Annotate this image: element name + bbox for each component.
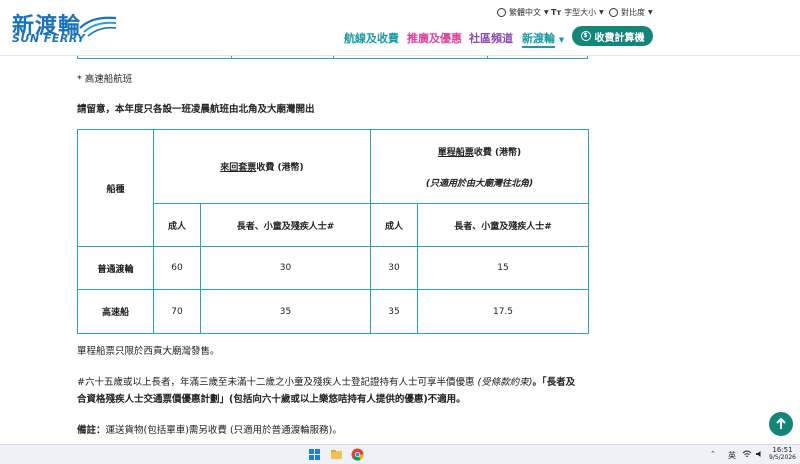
remark-line: 備註：運送貨物(包括單車)需另收費 (只適用於普通渡輪服務)。	[77, 422, 342, 436]
ime-indicator[interactable]: 英	[728, 450, 736, 461]
concession-note-text: #六十五歲或以上長者，年滿三歲至未滿十二歲之小童及殘疾人士登記證持有人士可享半價…	[77, 377, 475, 388]
contrast-selector[interactable]: 對比度 ▼	[609, 5, 653, 19]
concession-scheme-start: 。「長者及	[532, 377, 576, 388]
fare-calculator-button[interactable]: $ 收費計算機	[572, 26, 653, 46]
fast-ferry-note: * 高速船航班	[77, 74, 133, 85]
table-row: 高速船 70 35 35 17.5	[77, 289, 589, 334]
font-size-selector[interactable]: Tт 字型大小 ▼	[551, 5, 604, 19]
fare-cell: 35	[200, 289, 371, 334]
text-size-icon: Tт	[551, 7, 562, 17]
windows-taskbar: ⌃ 英 16:51 9/5/2026	[0, 444, 800, 464]
fare-table: 船種 來回套票收費 (港幣) 單程船票收費 (港幣) (只適用於由大廟灣往北角)…	[77, 129, 589, 334]
chevron-down-icon: ▼	[599, 8, 604, 16]
fare-cell: 70	[153, 289, 201, 334]
nav-sun-ferry-label: 新渡輪	[522, 32, 555, 48]
nav-routes-fares[interactable]: 航線及收費	[344, 30, 399, 46]
return-ticket-header: 來回套票收費 (港幣)	[153, 129, 371, 204]
single-ticket-sale-note: 單程船票只限於西貢大廟灣發售。	[77, 346, 220, 357]
single-fare-suffix: 收費 (港幣)	[473, 147, 522, 158]
file-explorer-icon[interactable]	[330, 448, 343, 461]
windows-start-icon[interactable]	[308, 448, 321, 461]
return-fare-suffix: 收費 (港幣)	[256, 163, 304, 173]
remark-text: 運送貨物(包括單車)需另收費 (只適用於普通渡輪服務)。	[105, 425, 342, 436]
terms-apply: (受條款約束)	[477, 377, 533, 388]
remark-label: 備註：	[77, 425, 106, 436]
vessel-type-cell: 普通渡輪	[77, 246, 154, 290]
language-selector[interactable]: 繁體中文 ▼	[497, 5, 549, 19]
contrast-label: 對比度	[621, 7, 645, 17]
chevron-up-icon[interactable]: ⌃	[710, 450, 716, 458]
single-ticket-header: 單程船票收費 (港幣) (只適用於由大廟灣往北角)	[370, 129, 589, 204]
chrome-icon[interactable]	[351, 448, 364, 461]
single-ticket-note: (只適用於由大廟灣往北角)	[425, 178, 534, 189]
vessel-type-cell: 高速船	[77, 289, 154, 334]
fare-cell: 15	[417, 246, 589, 290]
adult-header: 成人	[153, 203, 201, 247]
main-content: * 高速船航班 請留意，本年度只各設一班凌晨航班由北角及大廟灣開出 船種 來回套…	[0, 56, 800, 444]
globe-icon	[497, 7, 506, 17]
table-row: 普通渡輪 60 30 30 15	[77, 246, 589, 290]
clock-time: 16:51	[772, 446, 793, 454]
single-ticket-link[interactable]: 單程船票	[438, 148, 474, 158]
fare-cell: 60	[153, 246, 201, 290]
system-clock[interactable]: 16:51 9/5/2026	[769, 446, 796, 462]
wave-logo-icon	[79, 16, 117, 37]
fare-cell: 30	[200, 246, 371, 290]
speaker-icon[interactable]	[755, 449, 765, 459]
vessel-type-header: 船種	[77, 129, 154, 247]
eye-icon	[609, 7, 618, 17]
wifi-icon[interactable]	[742, 449, 752, 459]
clock-date: 9/5/2026	[769, 454, 796, 461]
site-header: 新渡輪 SUN FERRY 繁體中文 ▼ Tт 字型大小 ▼ 對比度 ▼ 航線及…	[0, 0, 800, 56]
nav-promotions[interactable]: 推廣及優惠	[407, 30, 462, 46]
font-size-label: 字型大小	[564, 7, 597, 17]
dollar-coin-icon: $	[580, 31, 591, 41]
nav-sun-ferry[interactable]: 新渡輪 ▼	[522, 30, 565, 48]
chevron-down-icon: ▼	[544, 8, 549, 16]
language-label: 繁體中文	[509, 7, 541, 17]
nav-community[interactable]: 社區頻道	[469, 30, 513, 46]
concession-note-line2: 合資格殘疾人士交通票價優惠計劃」(包括向六十歲或以上樂悠咭持有人提供的優惠)不適…	[77, 394, 466, 405]
previous-table-bottom	[77, 56, 588, 59]
logo-english: SUN FERRY	[12, 32, 86, 45]
arrow-up-icon	[776, 418, 786, 429]
fare-cell: 17.5	[417, 289, 589, 334]
concession-header: 長者、小童及殘疾人士#	[200, 203, 371, 247]
sun-ferry-logo[interactable]: 新渡輪 SUN FERRY	[12, 8, 117, 46]
back-to-top-button[interactable]	[769, 412, 793, 436]
fare-cell: 35	[370, 289, 418, 334]
concession-header: 長者、小童及殘疾人士#	[417, 203, 589, 247]
chevron-down-icon: ▼	[558, 36, 565, 44]
adult-header: 成人	[370, 203, 418, 247]
fare-cell: 30	[370, 246, 418, 290]
return-ticket-link[interactable]: 來回套票	[220, 163, 256, 173]
fare-calculator-label: 收費計算機	[594, 32, 645, 44]
early-sailing-notice: 請留意，本年度只各設一班凌晨航班由北角及大廟灣開出	[77, 104, 315, 115]
concession-note-line1: #六十五歲或以上長者，年滿三歲至未滿十二歲之小童及殘疾人士登記證持有人士可享半價…	[77, 374, 575, 388]
chevron-down-icon: ▼	[648, 8, 653, 16]
